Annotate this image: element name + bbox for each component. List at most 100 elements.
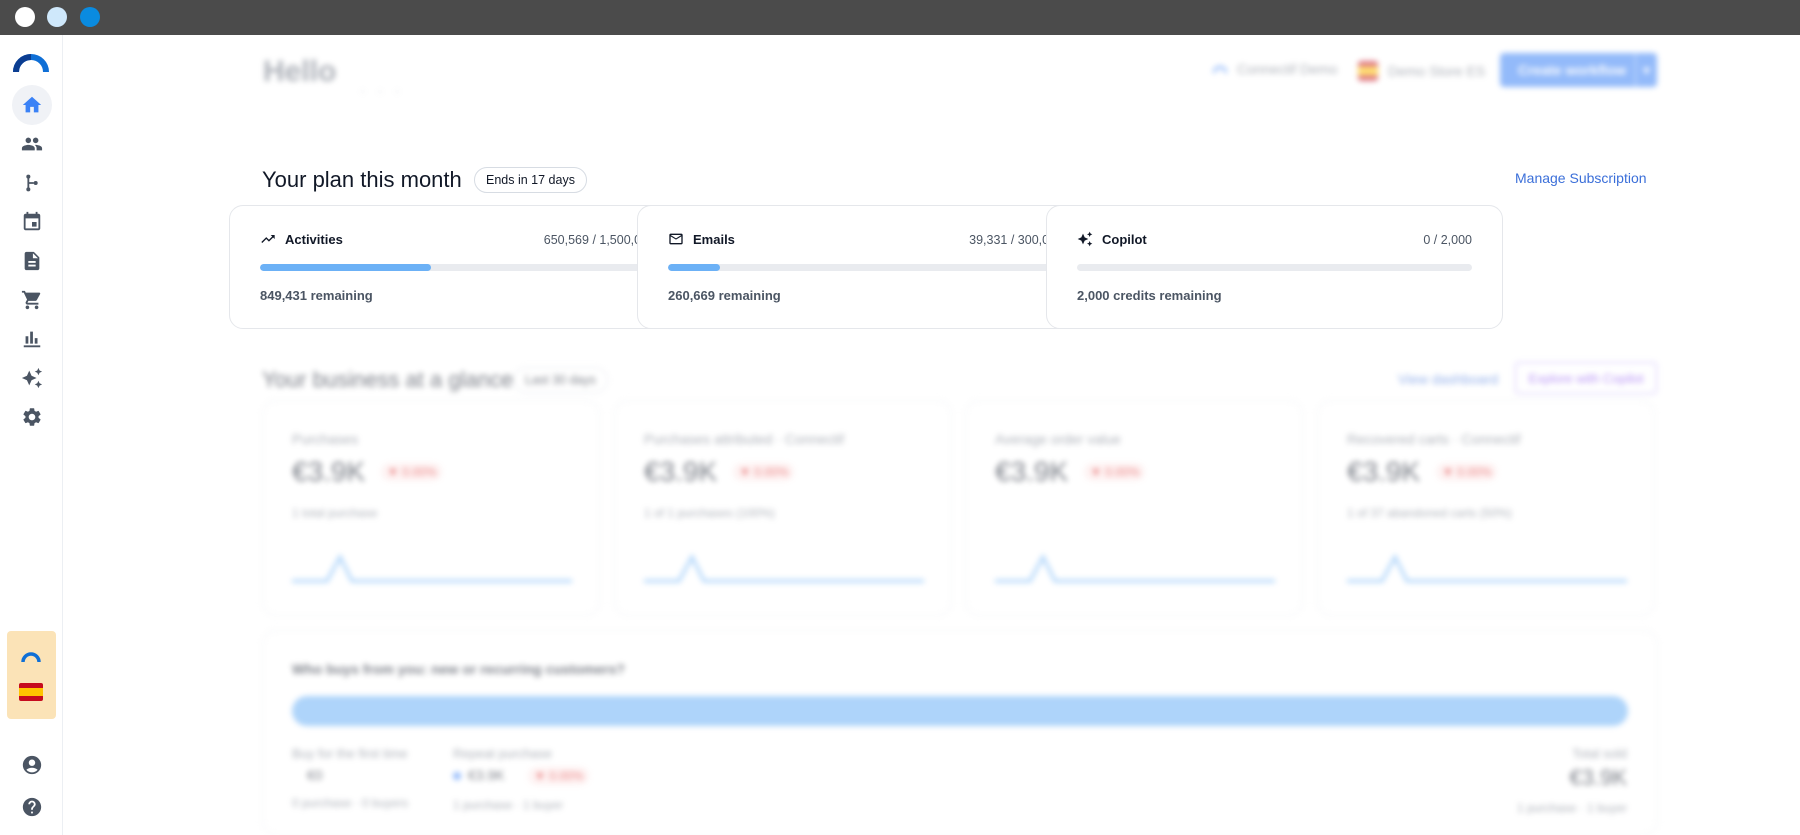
repeat-subtext: 1 purchase · 1 buyer [453, 798, 564, 812]
workspace-name: Connectif Demo [1237, 61, 1338, 77]
glance-period-badge[interactable]: Last 30 days [513, 367, 608, 393]
metric-value: €3.9K [1347, 456, 1421, 487]
workspace-logo-icon [1213, 65, 1227, 74]
sidebar [0, 35, 63, 835]
metric-card[interactable]: Recovered carts · Connectif €3.9K ▼ 0.00… [1317, 400, 1655, 616]
app-logo-icon[interactable] [13, 53, 49, 73]
total-sold-label: Total sold [1572, 746, 1627, 761]
store-selector[interactable]: Demo Store ES [1358, 61, 1485, 81]
store-logo-icon [21, 652, 41, 663]
workspace-selector[interactable]: Connectif Demo [1213, 61, 1337, 77]
copilot-progress-bar [1077, 264, 1472, 271]
metric-delta: ▼ 0.00% [733, 463, 795, 481]
mail-icon [669, 233, 683, 245]
sidebar-item-workflows[interactable] [12, 163, 52, 203]
activities-progress-fill [260, 264, 432, 271]
document-icon [24, 251, 40, 271]
repeat-value: €3.9K [468, 767, 505, 783]
home-icon [22, 96, 42, 113]
help-icon [22, 797, 42, 817]
plan-card-remaining: 2,000 credits remaining [1077, 288, 1222, 303]
plan-section-title: Your plan this month [262, 167, 462, 192]
metric-value: €3.9K [292, 456, 366, 487]
metric-label: Recovered carts · Connectif [1347, 431, 1521, 447]
glance-section-title: Your business at a glance [262, 367, 514, 392]
create-workflow-label: Create workflow [1518, 62, 1627, 78]
sparkline [1347, 553, 1627, 583]
plan-card-label: Copilot [1102, 231, 1147, 247]
account-button[interactable] [12, 745, 52, 785]
plan-card-header: Emails [668, 231, 735, 247]
view-dashboard-link[interactable]: View dashboard [1398, 371, 1498, 387]
metric-card[interactable]: Purchases attributed · Connectif €3.9K ▼… [614, 400, 952, 616]
total-sold-value: €3.9K [1569, 765, 1628, 790]
repeat-delta: ▼ 0.00% [528, 767, 590, 785]
plan-card-header: Copilot [1077, 231, 1147, 247]
metric-subtext: 1 total purchase [292, 506, 378, 520]
first-time-value: €0 [307, 767, 323, 783]
sidebar-item-reports[interactable] [12, 319, 52, 359]
plan-card-activities: Activities 650,569 / 1,500,000 849,431 r… [229, 205, 686, 329]
metric-delta: ▼ 0.00% [1436, 463, 1498, 481]
plan-ends-badge: Ends in 17 days [474, 167, 587, 193]
window-minimize-button[interactable] [47, 7, 67, 27]
plan-card-copilot: Copilot 0 / 2,000 2,000 credits remainin… [1046, 205, 1503, 329]
sidebar-item-contacts[interactable] [12, 124, 52, 164]
sparkles-icon [1077, 231, 1093, 247]
metric-value: €3.9K [644, 456, 718, 487]
first-time-subtext: 0 purchase · 0 buyers [292, 796, 409, 810]
activities-progress-bar [260, 264, 655, 271]
plan-card-count: 0 / 2,000 [1423, 233, 1472, 247]
customers-card-title: Who buys from you: new or recurring cust… [292, 661, 625, 677]
metric-subtext: 1 of 37 abandoned carts (50%) [1347, 506, 1512, 520]
sidebar-item-ecommerce[interactable] [12, 280, 52, 320]
trending-up-icon [261, 235, 275, 243]
window-close-button[interactable] [15, 7, 35, 27]
window-titlebar [0, 0, 1800, 35]
people-icon [21, 137, 43, 151]
cart-icon [21, 290, 41, 310]
sidebar-item-calendar[interactable] [12, 202, 52, 242]
total-sold-subtext: 1 purchase · 1 buyer [1516, 801, 1627, 815]
plan-card-remaining: 260,669 remaining [668, 288, 781, 303]
plan-card-label: Emails [693, 231, 735, 247]
metric-label: Purchases [292, 431, 359, 447]
plan-card-header: Activities [260, 231, 343, 247]
create-workflow-button[interactable]: Create workflow ▾ [1500, 53, 1657, 87]
store-name: Demo Store ES [1388, 63, 1486, 79]
calendar-icon [23, 211, 41, 231]
repeat-legend-dot [453, 772, 461, 780]
emails-progress-bar [668, 264, 1063, 271]
sidebar-item-copilot[interactable] [12, 358, 52, 398]
sparkline [644, 553, 924, 583]
plan-card-emails: Emails 39,331 / 300,000 260,669 remainin… [637, 205, 1094, 329]
plan-card-remaining: 849,431 remaining [260, 288, 373, 303]
window-maximize-button[interactable] [80, 7, 100, 27]
chevron-down-icon[interactable]: ▾ [1635, 53, 1657, 87]
metric-delta: ▼ 0.00% [381, 463, 443, 481]
spain-flag-icon [19, 683, 43, 701]
bar-chart-icon [23, 331, 41, 348]
first-time-label: Buy for the first time [292, 746, 408, 761]
sparkline [995, 553, 1275, 583]
customers-breakdown-card: Who buys from you: new or recurring cust… [262, 630, 1658, 835]
metric-label: Average order value [995, 431, 1121, 447]
metric-delta: ▼ 0.00% [1084, 463, 1146, 481]
account-circle-icon [22, 755, 42, 775]
sidebar-item-templates[interactable] [12, 241, 52, 281]
metric-label: Purchases attributed · Connectif [644, 431, 844, 447]
store-switcher[interactable] [7, 631, 56, 719]
sidebar-item-home[interactable] [12, 85, 52, 125]
workflow-icon [26, 174, 38, 192]
spain-flag-icon [1358, 61, 1378, 81]
sparkles-icon [21, 367, 43, 389]
explore-copilot-button[interactable]: Explore with Copilot [1515, 362, 1657, 394]
metric-card[interactable]: Purchases €3.9K ▼ 0.00% 1 total purchase [262, 400, 600, 616]
help-button[interactable] [12, 787, 52, 827]
metric-card[interactable]: Average order value €3.9K ▼ 0.00% [965, 400, 1303, 616]
sidebar-item-settings[interactable] [12, 397, 52, 437]
repeat-label: Repeat purchase [453, 746, 553, 761]
gear-icon [23, 408, 41, 426]
manage-subscription-link[interactable]: Manage Subscription [1515, 170, 1647, 186]
main-content: Hello ··· Connectif Demo Demo Store ES C… [63, 35, 1800, 835]
